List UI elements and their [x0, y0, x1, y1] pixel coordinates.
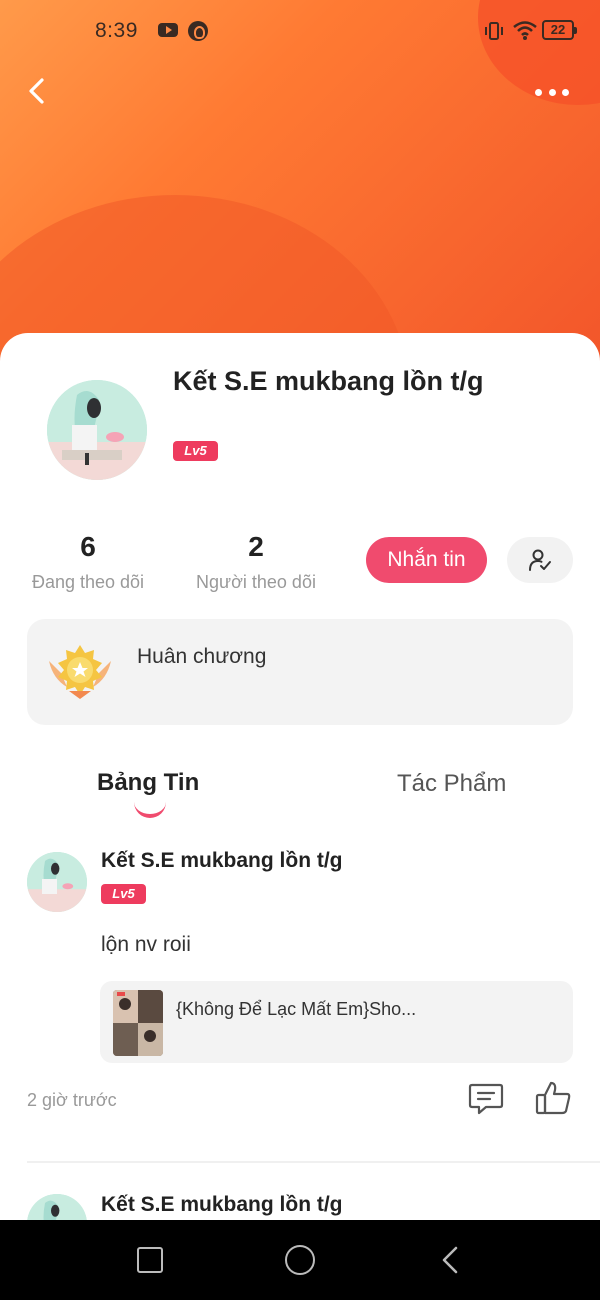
tab-works[interactable]: Tác Phẩm	[397, 770, 506, 798]
battery-icon: 22	[542, 20, 577, 40]
post-text: lộn nv roii	[101, 933, 191, 956]
tab-feed[interactable]: Bảng Tin	[97, 769, 199, 797]
medal-card[interactable]: Huân chương	[27, 619, 573, 725]
wifi-icon	[513, 21, 537, 40]
more-icon[interactable]	[530, 75, 574, 109]
status-bar: 8:39 22	[0, 0, 600, 62]
status-time: 8:39	[95, 19, 138, 42]
comment-icon[interactable]	[468, 1082, 504, 1116]
profile-name: Kết S.E mukbang lồn t/g	[173, 366, 484, 396]
back-arrow-icon[interactable]	[20, 72, 60, 112]
following-label[interactable]: Đang theo dõi	[20, 572, 156, 593]
system-nav-bar	[0, 1220, 600, 1300]
profile-avatar[interactable]	[47, 380, 147, 480]
like-icon[interactable]	[534, 1080, 572, 1116]
linked-work-card[interactable]: {Không Để Lạc Mất Em}Sho...	[100, 981, 573, 1063]
post-author-avatar[interactable]	[27, 852, 87, 912]
level-badge: Lv5	[173, 441, 218, 461]
post-divider	[27, 1161, 600, 1163]
follow-button[interactable]	[507, 537, 573, 583]
post-level-badge: Lv5	[101, 884, 146, 904]
followers-count[interactable]: 2	[186, 531, 326, 563]
youtube-icon	[158, 23, 178, 37]
nav-back-icon[interactable]	[438, 1246, 462, 1274]
message-button[interactable]: Nhắn tin	[366, 537, 487, 583]
followers-label[interactable]: Người theo dõi	[186, 572, 326, 593]
post-author-name[interactable]: Kết S.E mukbang lồn t/g	[101, 1193, 343, 1217]
home-button[interactable]	[285, 1245, 315, 1275]
vibrate-icon	[485, 22, 503, 40]
medal-icon	[49, 645, 111, 699]
linked-work-thumbnail	[113, 990, 163, 1056]
linked-work-title: {Không Để Lạc Mất Em}Sho...	[176, 999, 417, 1019]
post-author-name[interactable]: Kết S.E mukbang lồn t/g	[101, 849, 343, 873]
recent-apps-button[interactable]	[137, 1247, 163, 1273]
medal-label: Huân chương	[137, 645, 267, 668]
app-notification-icon	[188, 21, 208, 41]
post-timestamp: 2 giờ trước	[27, 1090, 117, 1110]
following-count[interactable]: 6	[18, 531, 158, 563]
follow-user-icon	[529, 549, 551, 571]
